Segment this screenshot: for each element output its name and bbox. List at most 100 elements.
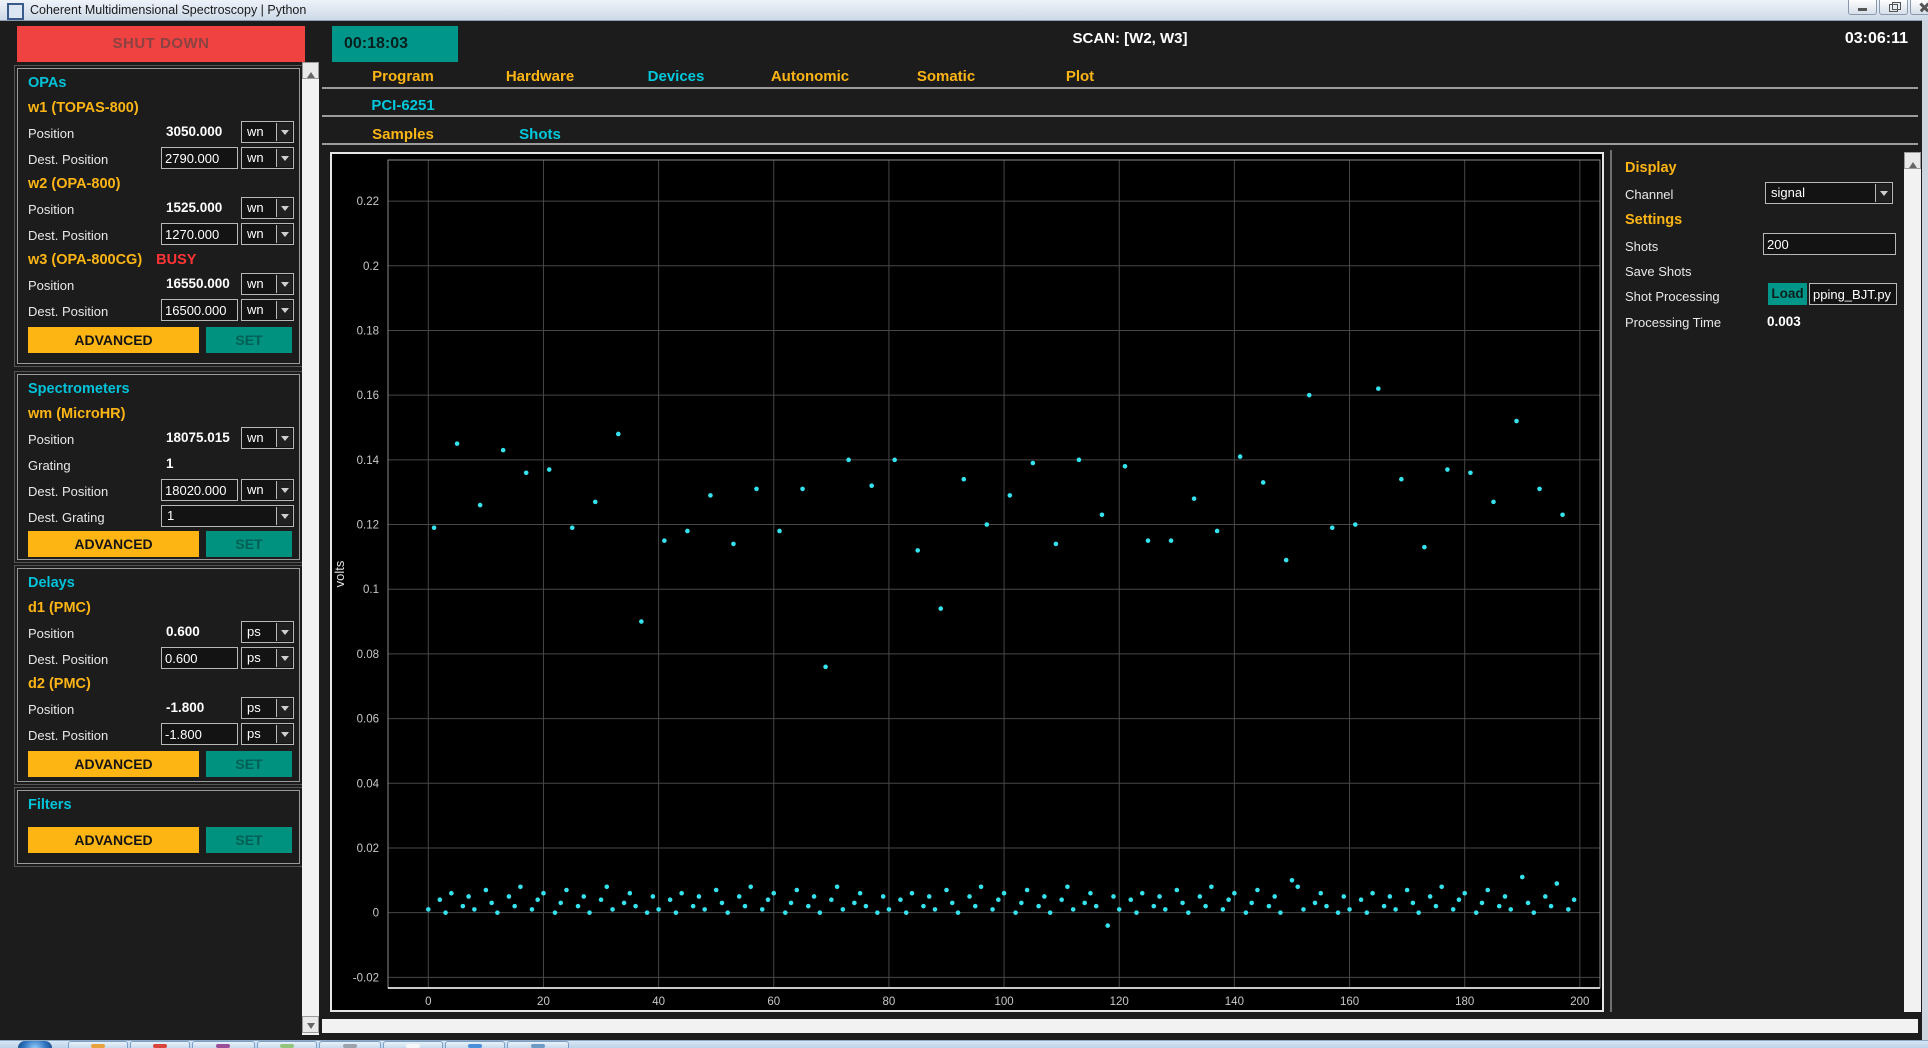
scroll-up-button[interactable] — [1904, 152, 1921, 169]
svg-text:0: 0 — [373, 908, 379, 920]
wm-units-combo[interactable]: wn — [241, 427, 294, 449]
tab-program[interactable]: Program — [333, 68, 473, 85]
taskbar-app-2[interactable] — [130, 1041, 190, 1048]
d2-dest-input[interactable] — [161, 723, 238, 745]
wm-dest-units-combo[interactable]: wn — [241, 479, 294, 501]
w2-position-value: 1525.000 — [166, 200, 223, 215]
chevron-down-icon[interactable] — [276, 725, 292, 743]
chevron-down-icon[interactable] — [1875, 184, 1891, 202]
d2-name: d2 (PMC) — [28, 676, 91, 692]
chevron-down-icon[interactable] — [276, 225, 292, 243]
tab-autonomic[interactable]: Autonomic — [740, 68, 880, 85]
dest-grating-label: Dest. Grating — [28, 510, 105, 525]
d2-units-combo[interactable]: ps — [241, 697, 294, 719]
tab-samples[interactable]: Samples — [333, 126, 473, 143]
svg-text:0.08: 0.08 — [357, 649, 379, 661]
opas-group: OPAs w1 (TOPAS-800) Position 3050.000 wn… — [14, 65, 303, 367]
tab-shots[interactable]: Shots — [470, 126, 610, 143]
delays-title: Delays — [28, 575, 75, 591]
taskbar-app-4[interactable] — [257, 1041, 317, 1048]
minimize-button[interactable] — [1848, 0, 1877, 15]
scan-status: SCAN: [W2, W3] — [1072, 30, 1188, 47]
taskbar-app-7[interactable] — [445, 1041, 505, 1048]
taskbar-app-5[interactable] — [319, 1041, 381, 1048]
save-shots-label: Save Shots — [1625, 264, 1692, 279]
filters-set-button[interactable]: SET — [206, 827, 292, 853]
svg-text:0.04: 0.04 — [357, 778, 380, 790]
app-icon — [7, 3, 24, 20]
opas-advanced-button[interactable]: ADVANCED — [28, 327, 199, 353]
chevron-down-icon[interactable] — [276, 301, 292, 319]
chevron-down-icon[interactable] — [276, 649, 292, 667]
w2-units-combo[interactable]: wn — [241, 197, 294, 219]
load-button[interactable]: Load — [1768, 283, 1807, 305]
d2-dest-units-combo[interactable]: ps — [241, 723, 294, 745]
chevron-down-icon[interactable] — [276, 123, 292, 141]
chevron-down-icon[interactable] — [276, 429, 292, 447]
chevron-down-icon[interactable] — [276, 275, 292, 293]
grating-label: Grating — [28, 458, 71, 473]
channel-combo[interactable]: signal — [1765, 182, 1893, 204]
processing-time-label: Processing Time — [1625, 315, 1722, 330]
shutdown-button[interactable]: SHUT DOWN — [17, 26, 305, 62]
dest-position-label: Dest. Position — [28, 152, 109, 167]
start-button[interactable] — [18, 1041, 52, 1048]
tab-plot[interactable]: Plot — [1010, 68, 1150, 85]
d1-dest-units-combo[interactable]: ps — [241, 647, 294, 669]
channel-label: Channel — [1625, 187, 1674, 202]
chevron-down-icon[interactable] — [276, 481, 292, 499]
svg-text:40: 40 — [652, 996, 665, 1008]
opas-title: OPAs — [28, 75, 67, 91]
shots-count-input[interactable] — [1763, 233, 1896, 255]
processing-file-input[interactable] — [1809, 283, 1897, 305]
w1-dest-units-combo[interactable]: wn — [241, 147, 294, 169]
taskbar-app-8[interactable] — [507, 1041, 569, 1048]
w1-dest-input[interactable] — [161, 147, 238, 169]
filters-advanced-button[interactable]: ADVANCED — [28, 827, 199, 853]
d1-name: d1 (PMC) — [28, 600, 91, 616]
svg-text:0.16: 0.16 — [357, 390, 379, 402]
filters-group: Filters ADVANCED SET — [14, 787, 303, 867]
d1-units-combo[interactable]: ps — [241, 621, 294, 643]
shot-processing-label: Shot Processing — [1625, 289, 1720, 304]
scroll-up-button[interactable] — [302, 62, 319, 79]
dest-grating-combo[interactable]: 1 — [161, 505, 294, 527]
wm-dest-input[interactable] — [161, 479, 238, 501]
chevron-down-icon[interactable] — [276, 699, 292, 717]
right-scrollbar[interactable] — [1904, 152, 1921, 1012]
taskbar-app-3[interactable] — [192, 1041, 255, 1048]
tab-devices[interactable]: Devices — [606, 68, 746, 85]
chevron-down-icon[interactable] — [276, 507, 292, 525]
horizontal-scrollbar[interactable] — [322, 1019, 1918, 1033]
restore-button[interactable] — [1879, 0, 1908, 15]
w3-units-combo[interactable]: wn — [241, 273, 294, 295]
svg-text:160: 160 — [1340, 996, 1359, 1008]
d1-dest-input[interactable] — [161, 647, 238, 669]
svg-text:0.06: 0.06 — [357, 714, 379, 726]
delays-advanced-button[interactable]: ADVANCED — [28, 751, 199, 777]
chevron-down-icon[interactable] — [276, 149, 292, 167]
w3-busy-badge: BUSY — [156, 252, 197, 268]
close-button[interactable] — [1910, 0, 1928, 15]
w3-dest-input[interactable] — [161, 299, 238, 321]
taskbar-app-1[interactable] — [68, 1041, 128, 1048]
tab-hardware[interactable]: Hardware — [470, 68, 610, 85]
chevron-down-icon[interactable] — [276, 199, 292, 217]
spectrometers-advanced-button[interactable]: ADVANCED — [28, 531, 199, 557]
scroll-down-button[interactable] — [302, 1016, 319, 1033]
spectrometers-set-button[interactable]: SET — [206, 531, 292, 557]
d2-position-value: -1.800 — [166, 700, 205, 715]
tab-pci-6251[interactable]: PCI-6251 — [333, 97, 473, 114]
tab-somatic[interactable]: Somatic — [876, 68, 1016, 85]
position-label: Position — [28, 278, 75, 293]
svg-text:20: 20 — [537, 996, 550, 1008]
w2-dest-units-combo[interactable]: wn — [241, 223, 294, 245]
w2-dest-input[interactable] — [161, 223, 238, 245]
w3-dest-units-combo[interactable]: wn — [241, 299, 294, 321]
sidebar-scrollbar[interactable] — [302, 62, 319, 1035]
w1-units-combo[interactable]: wn — [241, 121, 294, 143]
chevron-down-icon[interactable] — [276, 623, 292, 641]
taskbar-app-6[interactable] — [383, 1041, 443, 1048]
opas-set-button[interactable]: SET — [206, 327, 292, 353]
delays-set-button[interactable]: SET — [206, 751, 292, 777]
